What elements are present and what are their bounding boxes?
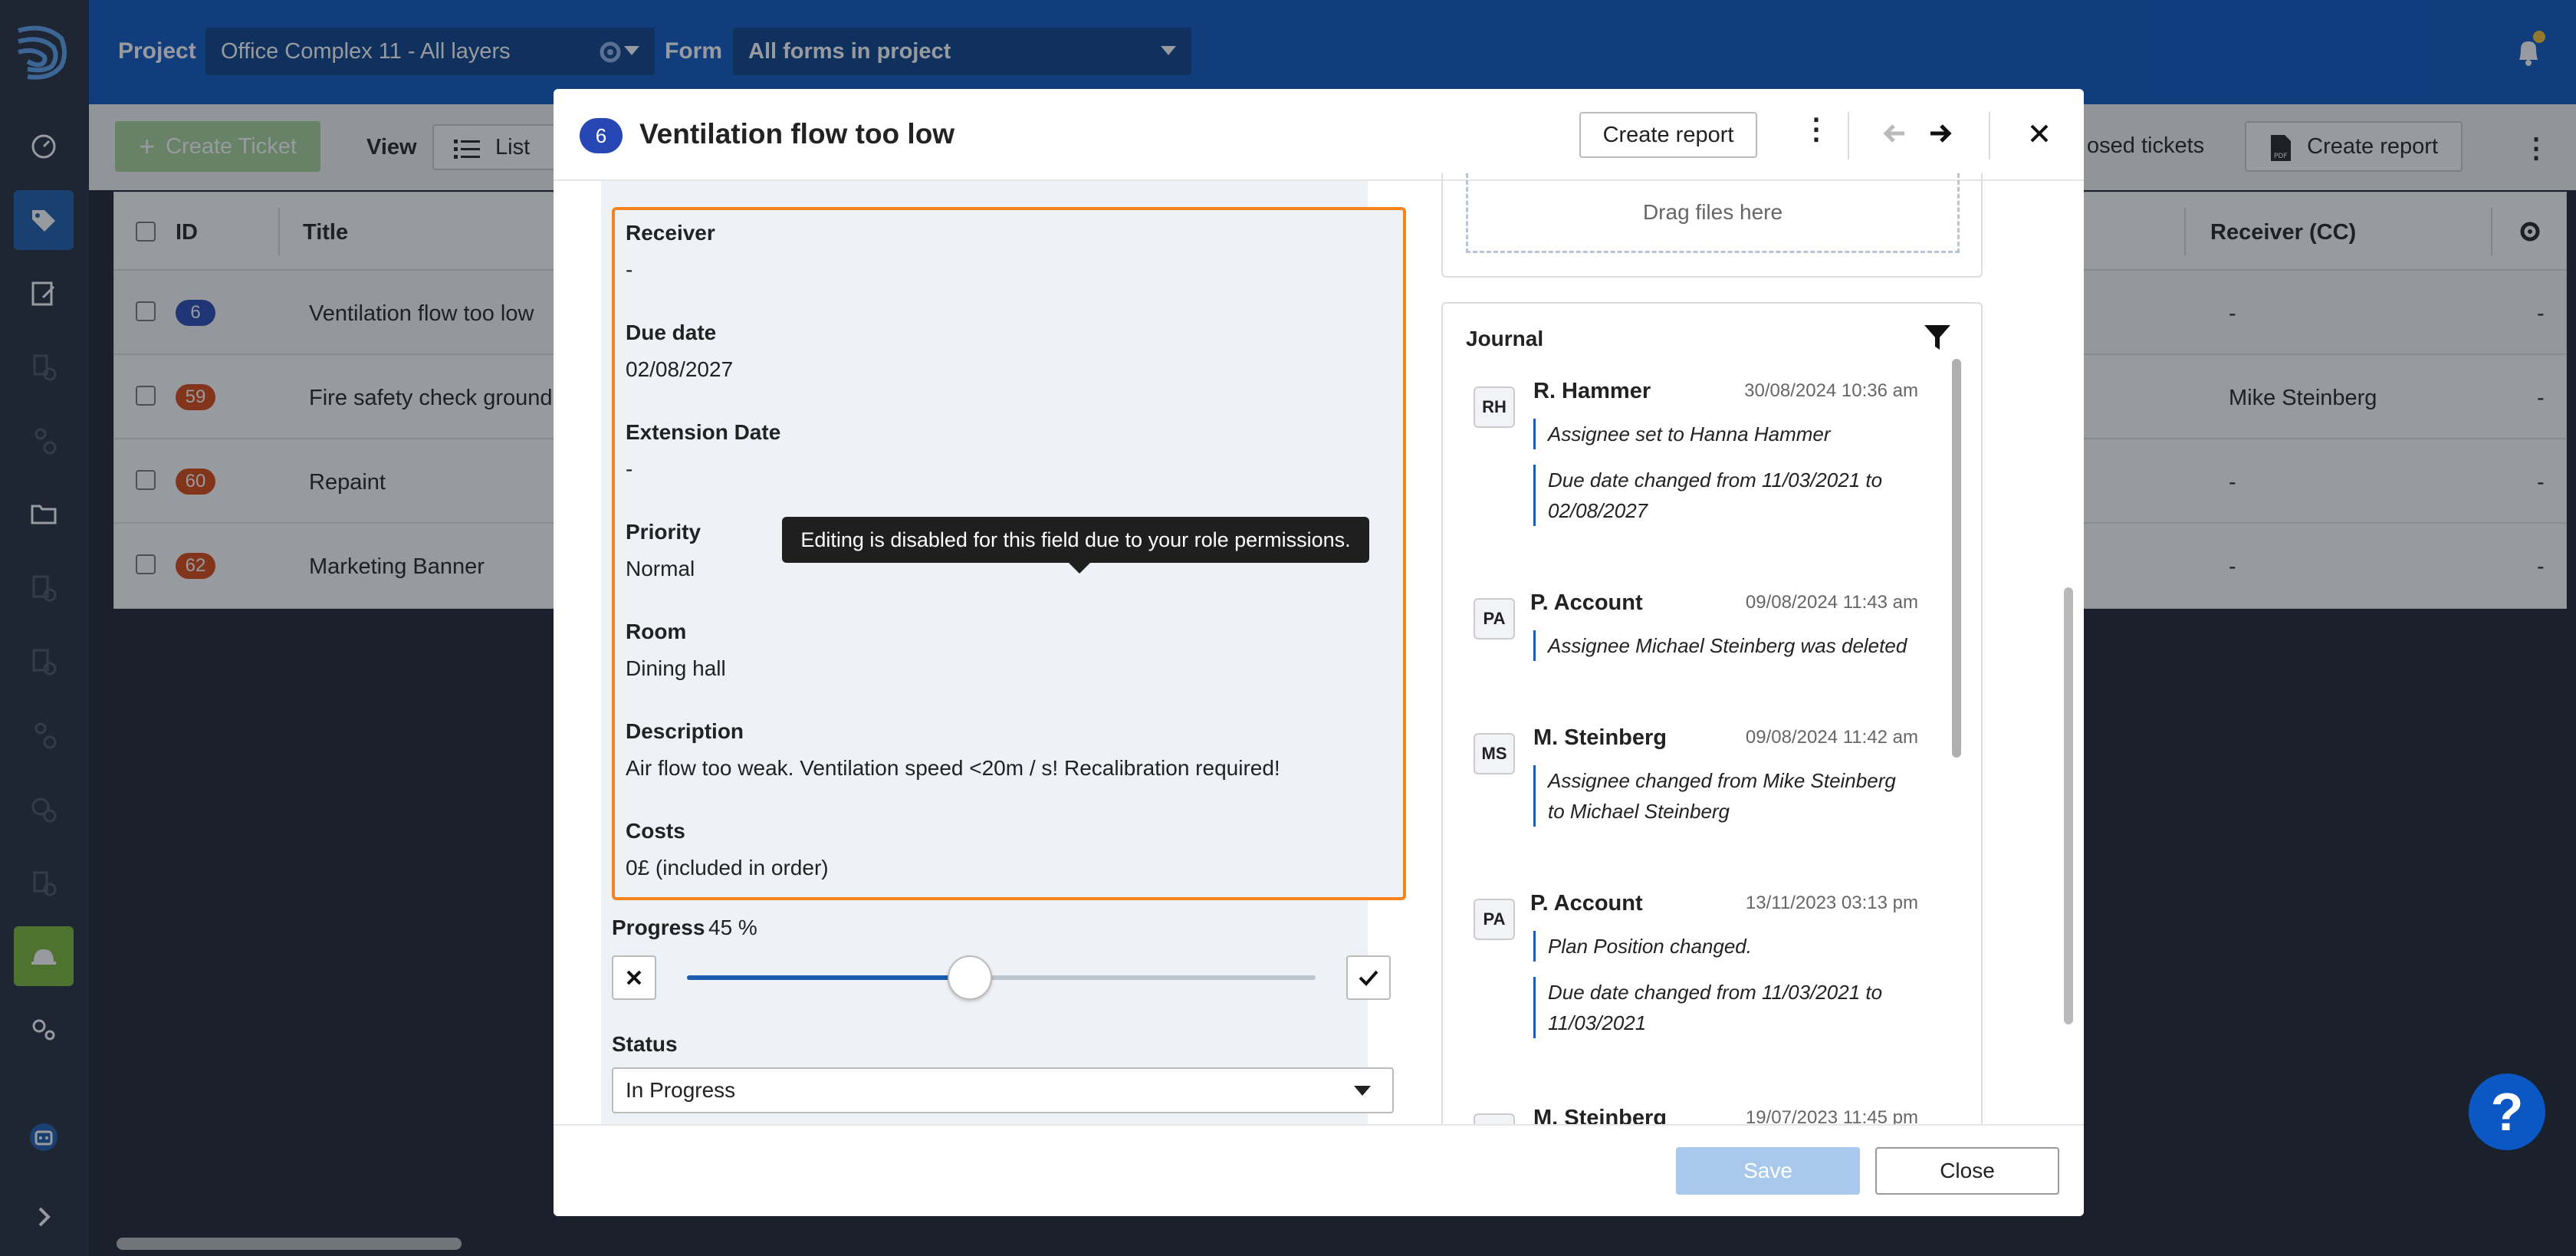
field-label: Room [626, 620, 687, 643]
progress-slider-fill [687, 975, 970, 980]
journal-scrollbar[interactable] [1952, 359, 1961, 758]
chevron-down-icon [1354, 1086, 1371, 1096]
journal-change: Assignee Michael Steinberg was deleted [1533, 630, 1917, 661]
close-icon [626, 970, 642, 985]
journal-change: Assignee changed from Mike Steinberg to … [1533, 765, 1917, 827]
field-label: Priority [626, 520, 702, 544]
dialog-footer: Save Close [554, 1124, 2084, 1216]
progress-label: Progress [612, 916, 705, 939]
journal-title: Journal [1466, 327, 1544, 350]
avatar: PA [1474, 899, 1515, 940]
ticket-fields-panel: Receiver - Due date 02/08/2027 Extension… [601, 181, 1406, 1124]
field-receiver: Receiver - [626, 221, 715, 282]
journal-change: Due date changed from 11/03/2021 to 11/0… [1533, 977, 1917, 1038]
close-icon[interactable] [2026, 120, 2053, 147]
more-options-icon[interactable]: ⋮ [1802, 112, 1831, 146]
field-priority: Priority Normal [626, 520, 701, 581]
journal-change: Due date changed from 11/03/2021 to 02/0… [1533, 465, 1917, 526]
field-due-date: Due date 02/08/2027 [626, 321, 733, 382]
arrow-right-icon[interactable] [1926, 118, 1957, 149]
close-button[interactable]: Close [1875, 1147, 2059, 1195]
ticket-id-badge: 6 [580, 118, 623, 153]
tooltip-arrow [1069, 563, 1090, 574]
journal-author: P. Account [1530, 891, 1643, 916]
save-button[interactable]: Save [1676, 1147, 1860, 1195]
field-value: 0£ (included in order) [626, 856, 829, 880]
field-value: Normal [626, 557, 695, 580]
attachment-upload-card: Drag files here [1441, 173, 1983, 278]
journal-entry: MS M. Steinberg 09/08/2024 11:42 am Assi… [1474, 725, 1918, 848]
tooltip-text: Editing is disabled for this field due t… [800, 528, 1351, 551]
journal-author: R. Hammer [1533, 379, 1651, 403]
create-report-button[interactable]: Create report [1579, 112, 1757, 158]
field-label: Description [626, 719, 744, 743]
journal-timestamp: 13/11/2023 03:13 pm [1745, 893, 1918, 913]
avatar: PA [1474, 598, 1515, 640]
journal-timestamp: 09/08/2024 11:42 am [1745, 727, 1918, 748]
progress-value: 45 % [708, 916, 757, 939]
journal-author: M. Steinberg [1533, 725, 1668, 750]
header-divider [1989, 112, 1990, 159]
arrow-left-icon[interactable] [1878, 118, 1909, 149]
field-label: Due date [626, 321, 717, 344]
progress-reset-button[interactable] [612, 955, 656, 1000]
field-value: - [626, 457, 633, 481]
journal-change: Plan Position changed. [1533, 931, 1917, 962]
file-dropzone[interactable]: Drag files here [1466, 173, 1960, 253]
dialog-scrollbar[interactable] [2064, 587, 2073, 1024]
field-label: Extension Date [626, 420, 781, 444]
field-room: Room Dining hall [626, 620, 726, 681]
status-select-value: In Progress [626, 1078, 736, 1102]
journal-author: P. Account [1530, 590, 1643, 615]
field-costs: Costs 0£ (included in order) [626, 819, 829, 880]
dialog-body: Receiver - Due date 02/08/2027 Extension… [554, 173, 2084, 1146]
attachments-journal-panel: Drag files here Journal RH R. Hammer 30/… [1426, 173, 2039, 1146]
journal-entry: RH R. Hammer 30/08/2024 10:36 am Assigne… [1474, 379, 1918, 563]
field-value: Dining hall [626, 656, 726, 680]
field-value: 02/08/2027 [626, 357, 734, 381]
dialog-header: 6 Ventilation flow too low Create report… [554, 89, 2084, 181]
check-icon [1359, 970, 1378, 986]
journal-timestamp: 09/08/2024 11:43 am [1745, 592, 1918, 613]
status-select[interactable]: In Progress [612, 1067, 1394, 1113]
permission-tooltip: Editing is disabled for this field due t… [782, 517, 1369, 574]
progress-slider-thumb[interactable] [948, 955, 992, 1000]
ticket-detail-dialog: 6 Ventilation flow too low Create report… [554, 89, 2084, 1216]
journal-panel: Journal RH R. Hammer 30/08/2024 10:36 am… [1441, 302, 1983, 1146]
readonly-fields-group: Receiver - Due date 02/08/2027 Extension… [612, 207, 1406, 900]
progress-confirm-button[interactable] [1346, 955, 1391, 1000]
status-label: Status [612, 1032, 678, 1056]
progress-slider[interactable] [687, 955, 1316, 1000]
avatar: MS [1474, 733, 1515, 774]
field-description: Description Air flow too weak. Ventilati… [626, 719, 1280, 781]
help-button[interactable]: ? [2469, 1074, 2545, 1150]
avatar: RH [1474, 386, 1515, 428]
journal-entry: PA P. Account 13/11/2023 03:13 pm Plan P… [1474, 891, 1918, 1075]
field-label: Receiver [626, 221, 715, 245]
field-extension-date: Extension Date - [626, 420, 780, 482]
journal-change: Assignee set to Hanna Hammer [1533, 419, 1917, 449]
dialog-title: Ventilation flow too low [639, 118, 955, 150]
field-label: Costs [626, 819, 685, 843]
field-value: Air flow too weak. Ventilation speed <20… [626, 756, 1280, 780]
journal-entry: PA P. Account 09/08/2024 11:43 am Assign… [1474, 590, 1918, 675]
filter-icon[interactable] [1923, 324, 1952, 351]
journal-timestamp: 30/08/2024 10:36 am [1744, 380, 1918, 401]
field-value: - [626, 258, 633, 281]
header-divider [1848, 112, 1849, 159]
